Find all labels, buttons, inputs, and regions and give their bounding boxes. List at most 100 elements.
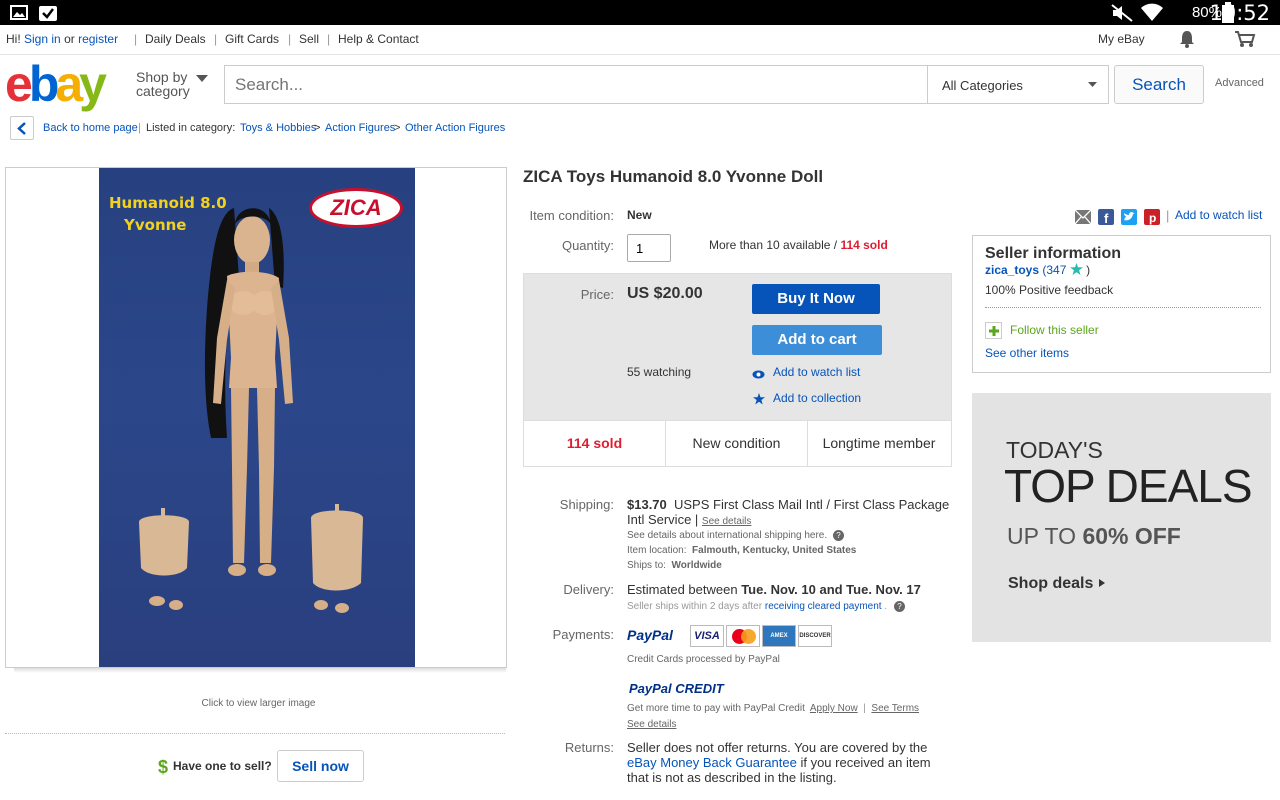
condition-label: Item condition:	[529, 208, 614, 223]
price-value: US $20.00	[627, 285, 703, 302]
cart-icon[interactable]	[1234, 30, 1256, 48]
money-back-guarantee-link[interactable]: eBay Money Back Guarantee	[627, 755, 797, 770]
divider: |	[1166, 208, 1170, 223]
intl-note-text: See details about international shipping…	[627, 530, 828, 541]
badge-sold: 114 sold	[524, 421, 666, 466]
shop-by-category[interactable]: Shop by category	[136, 70, 208, 98]
paypal-credit-promo: Get more time to pay with PayPal Credit …	[627, 703, 920, 714]
crumb-action-figures[interactable]: Action Figures	[325, 122, 395, 134]
facebook-icon[interactable]: f	[1098, 209, 1114, 225]
help-icon[interactable]: ?	[893, 601, 905, 612]
item-location-value: Falmouth, Kentucky, United States	[692, 545, 857, 556]
deals-line2: TOP DEALS	[1004, 460, 1253, 512]
quantity-input[interactable]	[627, 234, 671, 262]
badge-new-condition: New condition	[666, 421, 808, 466]
divider: |	[138, 122, 141, 134]
returns-line3: that is not as described in the listing.	[627, 770, 837, 785]
condition-value: New	[627, 208, 652, 222]
buy-it-now-button[interactable]: Buy It Now	[752, 284, 880, 314]
delivery-note-text: Seller ships within 2 days after	[627, 601, 763, 612]
intl-shipping-note: See details about international shipping…	[627, 530, 844, 541]
top-deals-ad[interactable]: TODAY'S TOP DEALS UP TO 60% OFF Shop dea…	[972, 393, 1271, 642]
search-button[interactable]: Search	[1114, 65, 1204, 104]
gift-cards-link[interactable]: Gift Cards	[225, 32, 279, 46]
ships-to-label: Ships to:	[627, 560, 666, 571]
category-select[interactable]: All Categories	[927, 66, 1108, 103]
paypal-see-details-link[interactable]: See details	[627, 719, 676, 730]
add-to-watch-list-link[interactable]: Add to watch list	[1175, 208, 1262, 222]
daily-deals-link[interactable]: Daily Deals	[145, 32, 206, 46]
bell-icon[interactable]	[1178, 30, 1196, 48]
crumb-separator: >	[314, 122, 321, 134]
help-contact-link[interactable]: Help & Contact	[338, 32, 419, 46]
shipping-label: Shipping:	[559, 497, 614, 512]
cleared-payment-link[interactable]: receiving cleared payment	[765, 601, 882, 612]
ebay-logo[interactable]: ebay	[5, 56, 107, 112]
delivery-note-end: .	[884, 601, 888, 612]
header: ebay Shop by category All Categories Sea…	[0, 56, 1280, 112]
feedback-score-link[interactable]: (347	[1042, 263, 1066, 277]
shipping-details: $13.70 USPS First Class Mail Intl / Firs…	[627, 497, 957, 529]
email-icon[interactable]	[1075, 210, 1091, 224]
seller-name-link[interactable]: zica_toys	[985, 263, 1039, 277]
product-photo[interactable]: Humanoid 8.0 Yvonne ZICA	[99, 168, 415, 667]
add-to-collection-button[interactable]: Add to collection	[773, 391, 861, 405]
advanced-search-link[interactable]: Advanced	[1215, 77, 1264, 89]
delivery-note: Seller ships within 2 days after receivi…	[627, 601, 905, 612]
seller-info-panel: Seller information zica_toys (347 ) 100%…	[972, 235, 1271, 373]
sell-link[interactable]: Sell	[299, 32, 319, 46]
sell-now-button[interactable]: Sell now	[277, 750, 364, 782]
delivery-estimated-text: Estimated between	[627, 582, 738, 597]
follow-plus-icon[interactable]	[985, 322, 1002, 339]
crumb-other-action-figures[interactable]: Other Action Figures	[405, 122, 505, 134]
shipping-see-details-link[interactable]: See details	[702, 516, 751, 527]
crumb-toys-hobbies[interactable]: Toys & Hobbies	[240, 122, 316, 134]
logo-letter-a: a	[55, 56, 83, 112]
clock: 10:52	[1209, 1, 1270, 25]
dollar-icon: $	[158, 757, 169, 777]
greeting-text: Hi!	[6, 32, 21, 46]
clipboard-check-icon	[39, 6, 57, 21]
svg-text:f: f	[1104, 211, 1109, 225]
logo-letter-e: e	[5, 56, 33, 112]
deals-discount: 60% OFF	[1082, 523, 1181, 549]
item-title: ZICA Toys Humanoid 8.0 Yvonne Doll	[523, 167, 824, 186]
divider-line	[5, 733, 505, 734]
chevron-left-icon	[17, 122, 26, 135]
back-button[interactable]	[10, 116, 34, 140]
triangle-right-icon	[1098, 579, 1105, 587]
ships-to: Ships to: Worldwide	[627, 560, 722, 571]
help-icon[interactable]: ?	[832, 530, 844, 541]
wifi-icon	[1141, 3, 1163, 21]
apply-now-link[interactable]: Apply Now	[810, 703, 858, 714]
product-image-frame[interactable]: Humanoid 8.0 Yvonne ZICA	[5, 167, 507, 668]
back-home-link[interactable]: Back to home page	[43, 122, 138, 134]
paypal-logo: PayPal	[627, 627, 673, 643]
breadcrumb: Back to home page | Listed in category: …	[0, 116, 1280, 142]
category-value: All Categories	[942, 78, 1023, 93]
or-text: or	[64, 32, 75, 46]
badge-longtime-member: Longtime member	[822, 435, 936, 451]
shipping-cost: $13.70	[627, 497, 667, 512]
sold-count-inline[interactable]: 114 sold	[840, 238, 887, 252]
highlight-badges: 114 sold New condition Longtime member	[523, 420, 952, 467]
chevron-down-icon	[196, 75, 208, 82]
twitter-icon[interactable]	[1121, 209, 1137, 225]
returns-label: Returns:	[564, 740, 614, 755]
my-ebay-link[interactable]: My eBay	[1098, 32, 1145, 46]
see-terms-link[interactable]: See Terms	[871, 703, 919, 714]
pinterest-icon[interactable]: p	[1144, 209, 1160, 225]
follow-seller-link[interactable]: Follow this seller	[1010, 323, 1099, 337]
credit-cards-note: Credit Cards processed by PayPal	[627, 654, 780, 665]
add-to-watch-list-button[interactable]: Add to watch list	[773, 365, 860, 379]
returns-line1: Seller does not offer returns. You are c…	[627, 740, 928, 755]
search-input[interactable]	[225, 66, 927, 103]
paypal-credit-logo: PayPal CREDIT	[629, 681, 724, 696]
shop-deals-link[interactable]: Shop deals	[1008, 575, 1106, 593]
sign-in-link[interactable]: Sign in	[24, 32, 61, 46]
gallery-icon	[10, 5, 28, 20]
register-link[interactable]: register	[78, 32, 118, 46]
mute-icon	[1111, 4, 1133, 22]
see-other-items-link[interactable]: See other items	[985, 346, 1069, 360]
add-to-cart-button[interactable]: Add to cart	[752, 325, 882, 355]
